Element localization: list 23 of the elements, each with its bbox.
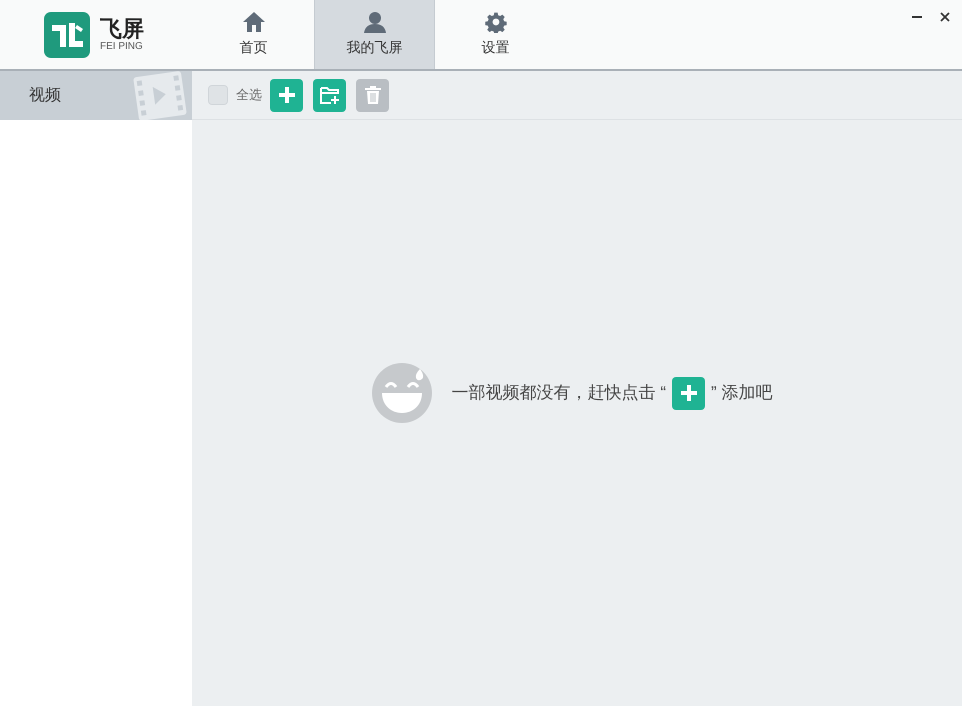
- gear-icon: [484, 11, 508, 33]
- user-icon: [362, 11, 386, 33]
- close-button[interactable]: [940, 12, 950, 22]
- app-name: 飞屏: [100, 18, 144, 40]
- plus-icon: [680, 384, 698, 402]
- smiley-icon: [372, 363, 432, 423]
- trash-icon: [364, 85, 382, 105]
- logo-icon: [44, 12, 90, 58]
- sidebar-item[interactable]: 视频: [0, 71, 192, 120]
- nav-tab[interactable]: 我的飞屏: [314, 0, 435, 69]
- plus-icon: [278, 86, 296, 104]
- folder-plus-icon: [318, 85, 340, 105]
- empty-message: 一部视频都没有，赶快点击 “: [452, 382, 666, 404]
- close-icon: [940, 12, 950, 22]
- empty-message: ” 添加吧: [711, 382, 772, 404]
- nav-tab[interactable]: 设置: [435, 0, 556, 69]
- home-icon: [242, 11, 266, 33]
- nav-tab[interactable]: 首页: [193, 0, 314, 69]
- add-folder-button[interactable]: [313, 78, 346, 112]
- select-all-label: 全选: [236, 86, 262, 104]
- select-all-checkbox[interactable]: [208, 85, 228, 105]
- add-button[interactable]: [270, 78, 303, 112]
- app-subtitle: FEI PING: [100, 42, 144, 52]
